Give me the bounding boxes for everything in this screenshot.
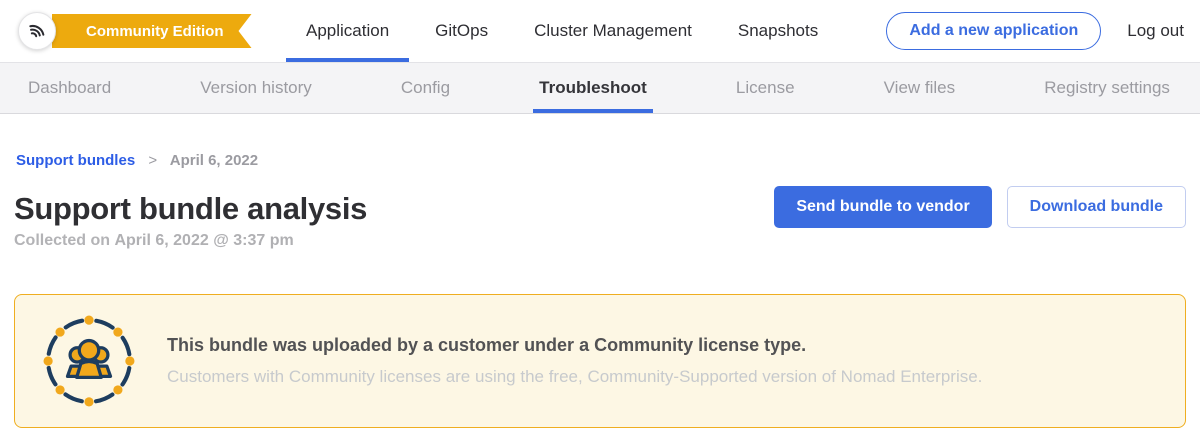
page-header: Support bundle analysis Collected on Apr… <box>14 191 1186 250</box>
top-nav-right: Add a new application Log out <box>886 12 1184 50</box>
breadcrumb-support-bundles-link[interactable]: Support bundles <box>16 152 135 169</box>
collected-date: April 6, 2022 @ 3:37 pm <box>114 232 293 249</box>
sub-nav: Dashboard Version history Config Trouble… <box>0 62 1200 114</box>
notice-title: This bundle was uploaded by a customer u… <box>167 335 982 356</box>
notice-subtitle: Customers with Community licenses are us… <box>167 367 982 387</box>
top-nav-links: Application GitOps Cluster Management Sn… <box>306 0 818 62</box>
community-edition-badge: Community Edition <box>52 14 252 48</box>
subnav-item-view-files[interactable]: View files <box>884 63 956 113</box>
main-content: Support bundles > April 6, 2022 Support … <box>0 114 1200 428</box>
bundle-actions: Send bundle to vendor Download bundle <box>774 186 1186 228</box>
brand: Community Edition <box>18 12 256 50</box>
page-title: Support bundle analysis <box>14 191 367 227</box>
subnav-item-version-history[interactable]: Version history <box>200 63 312 113</box>
subnav-item-license[interactable]: License <box>736 63 795 113</box>
community-license-notice: This bundle was uploaded by a customer u… <box>14 294 1186 428</box>
tab-snapshots[interactable]: Snapshots <box>738 0 818 62</box>
title-block: Support bundle analysis Collected on Apr… <box>14 191 367 250</box>
community-group-icon <box>43 315 135 407</box>
tab-cluster-management[interactable]: Cluster Management <box>534 0 692 62</box>
breadcrumb-current: April 6, 2022 <box>170 152 258 169</box>
subnav-item-dashboard[interactable]: Dashboard <box>28 63 111 113</box>
notice-text: This bundle was uploaded by a customer u… <box>167 335 982 387</box>
subnav-item-troubleshoot[interactable]: Troubleshoot <box>539 63 647 113</box>
subnav-item-registry-settings[interactable]: Registry settings <box>1044 63 1170 113</box>
send-bundle-to-vendor-button[interactable]: Send bundle to vendor <box>774 186 991 228</box>
replicated-logo-icon <box>26 18 48 45</box>
breadcrumb-separator: > <box>148 152 157 169</box>
add-new-application-button[interactable]: Add a new application <box>886 12 1101 50</box>
logout-link[interactable]: Log out <box>1127 21 1184 41</box>
tab-application[interactable]: Application <box>306 0 389 62</box>
community-edition-label: Community Edition <box>86 23 224 40</box>
collected-prefix: Collected on <box>14 232 110 249</box>
subnav-item-config[interactable]: Config <box>401 63 450 113</box>
tab-gitops[interactable]: GitOps <box>435 0 488 62</box>
download-bundle-button[interactable]: Download bundle <box>1007 186 1186 228</box>
breadcrumb: Support bundles > April 6, 2022 <box>16 152 1186 169</box>
collected-timestamp: Collected on April 6, 2022 @ 3:37 pm <box>14 232 367 250</box>
top-nav: Community Edition Application GitOps Clu… <box>0 0 1200 62</box>
replicated-logo[interactable] <box>18 12 56 50</box>
